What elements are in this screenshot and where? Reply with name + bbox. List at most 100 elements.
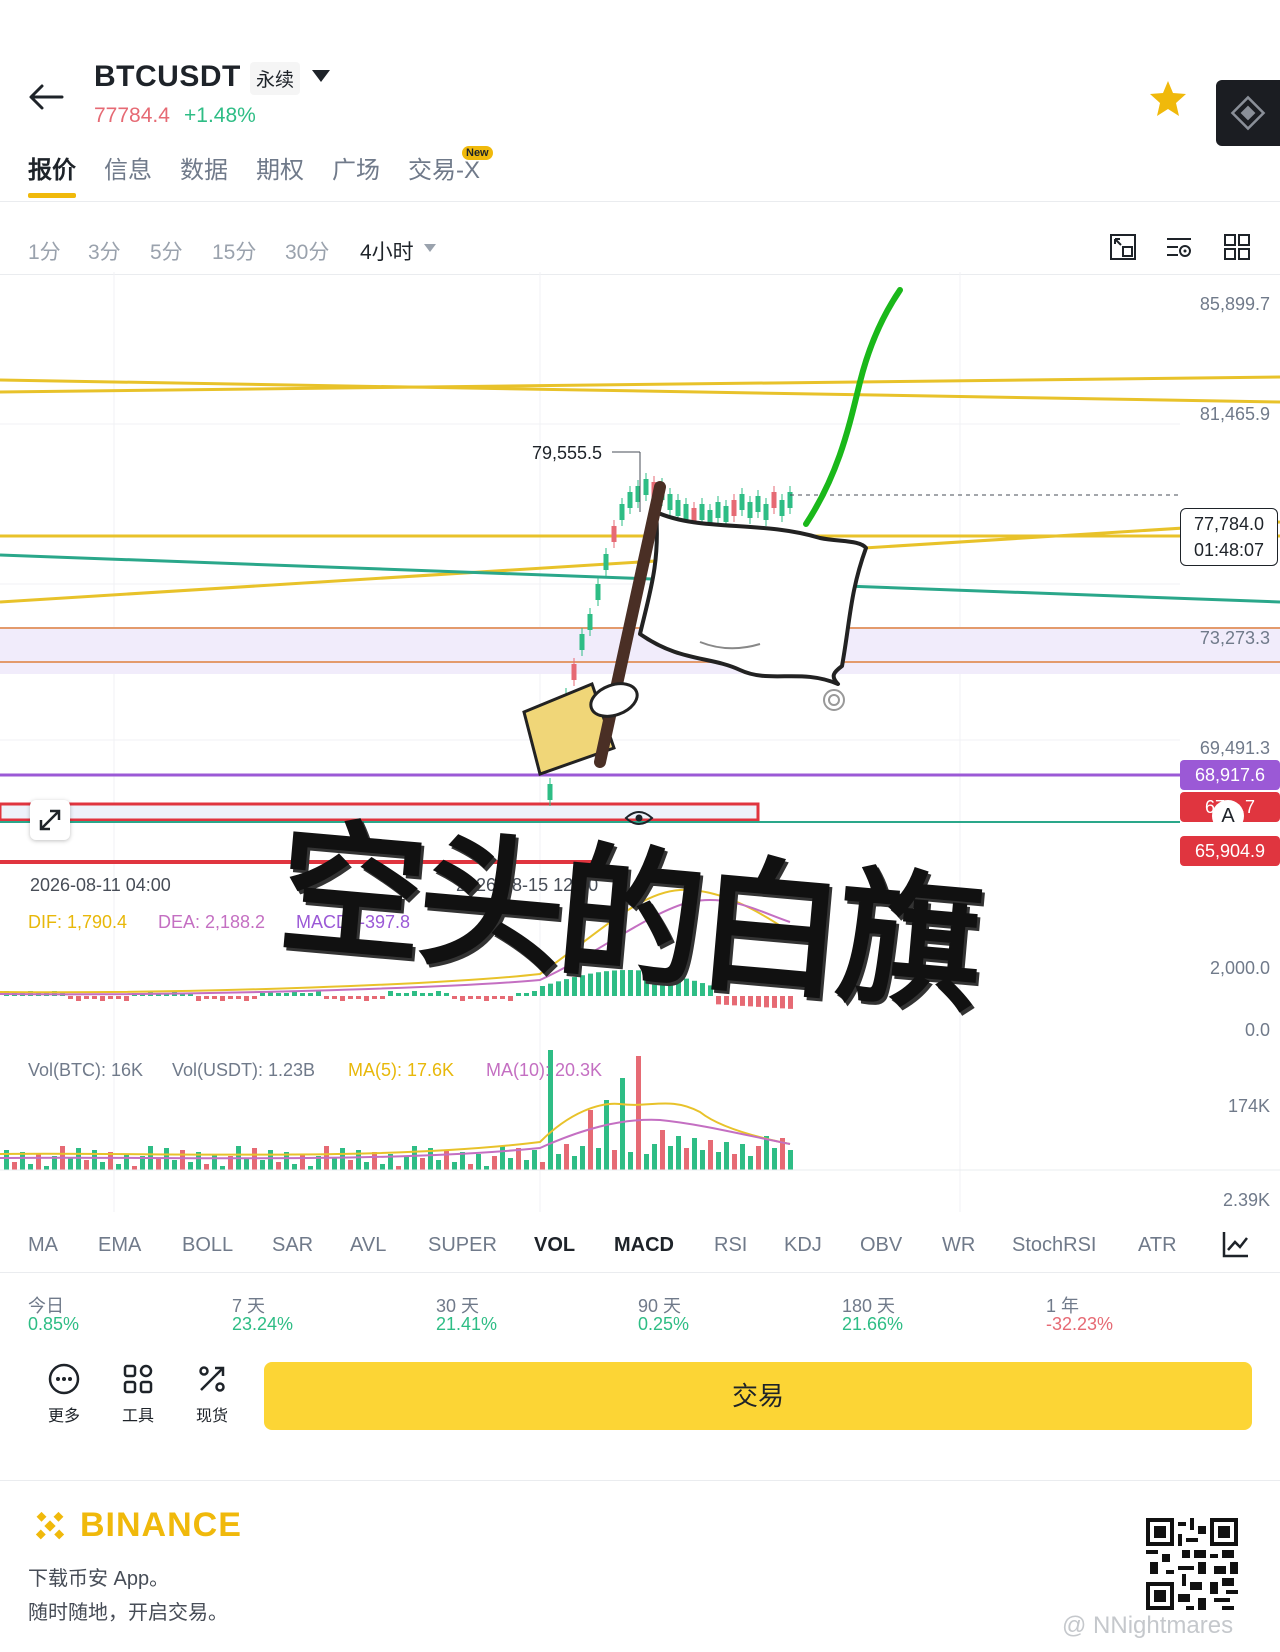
volume-bar (476, 1154, 481, 1170)
macd-axis-label: 0.0 (1244, 1020, 1270, 1040)
macd-histogram-bar (284, 993, 289, 996)
macd-histogram-bar (388, 991, 393, 996)
tools-button[interactable]: 工具 (108, 1362, 168, 1426)
trade-button[interactable]: 交易 (264, 1362, 1252, 1430)
indicator-tab-super[interactable]: SUPER (428, 1234, 497, 1257)
volume-bar (532, 1150, 537, 1170)
indicator-tab-kdj[interactable]: KDJ (784, 1234, 822, 1257)
price-alert-button[interactable]: A (1212, 800, 1244, 832)
volume-bar (596, 1148, 601, 1170)
tab-options[interactable]: 期权 (256, 150, 304, 185)
volume-bar (708, 1140, 713, 1170)
chevron-down-icon[interactable] (312, 70, 330, 82)
indicator-tab-ema[interactable]: EMA (98, 1234, 141, 1257)
macd-histogram-bar (276, 993, 281, 996)
volume-bar (468, 1164, 473, 1170)
tools-grid-icon (123, 1364, 153, 1394)
footer-download-text: 下载币安 App。 (28, 1568, 170, 1590)
volume-bar (484, 1166, 489, 1170)
more-button[interactable]: 更多 (34, 1362, 94, 1426)
expand-chart-button[interactable] (30, 800, 70, 840)
price-change-percent: +1.48% (184, 104, 256, 127)
indicator-tab-boll[interactable]: BOLL (182, 1234, 233, 1257)
indicator-settings-icon[interactable] (1220, 1228, 1252, 1260)
indicator-tab-atr[interactable]: ATR (1138, 1234, 1177, 1257)
tab-quote[interactable]: 报价 (28, 150, 76, 185)
volume-bar (292, 1164, 297, 1170)
volume-bar (348, 1160, 353, 1170)
volume-bar (772, 1148, 777, 1170)
candle-countdown: 01:48:07 (1193, 540, 1265, 560)
macd-histogram-bar (196, 996, 201, 1001)
volume-bar (684, 1148, 689, 1170)
volume-bar (260, 1160, 265, 1170)
high-price-label: 79,555.5 (532, 443, 602, 463)
interval-15m[interactable]: 15分 (212, 236, 256, 266)
purple-price-tag: 68,917.6 (1180, 760, 1280, 790)
more-dots-icon (48, 1363, 80, 1395)
volume-bar (412, 1146, 417, 1170)
tab-data[interactable]: 数据 (180, 150, 228, 185)
indicator-tab-sar[interactable]: SAR (272, 1234, 313, 1257)
volume-bar (100, 1162, 105, 1170)
macd-histogram-bar (372, 996, 377, 999)
tools-label: 工具 (121, 1408, 154, 1425)
macd-histogram-bar (228, 996, 233, 999)
volume-bar (212, 1154, 217, 1170)
volume-bar (748, 1156, 753, 1170)
perf-value: 23.24% (232, 1314, 294, 1334)
vol-btc-label: Vol(BTC): 16K (28, 1060, 144, 1080)
red-price-tag: 65,904.9 (1180, 836, 1280, 866)
macd-histogram-bar (124, 996, 129, 1001)
indicator-tab-rsi[interactable]: RSI (714, 1234, 747, 1257)
indicator-tab-macd[interactable]: MACD (614, 1234, 674, 1257)
volume-bar (396, 1166, 401, 1170)
expand-arrows-icon (39, 809, 61, 831)
volume-bar (28, 1164, 33, 1170)
indicator-tab-ma[interactable]: MA (28, 1234, 58, 1257)
interval-1m[interactable]: 1分 (28, 236, 61, 266)
chevron-down-icon[interactable] (424, 244, 436, 252)
macd-histogram-bar (396, 993, 401, 996)
indicator-tab-avl[interactable]: AVL (350, 1234, 386, 1257)
contract-type-badge: 永续 (250, 62, 301, 95)
current-price-box: 77,784.0 01:48:07 (1180, 508, 1278, 566)
macd-dif-label: DIF: 1,790.4 (28, 912, 128, 932)
layout-grid-icon[interactable] (1222, 232, 1252, 262)
chart-fullscreen-icon[interactable] (1108, 232, 1138, 262)
volume-bar (172, 1160, 177, 1170)
indicator-tab-vol[interactable]: VOL (534, 1234, 575, 1257)
interval-30m[interactable]: 30分 (285, 236, 329, 266)
watermark: @ NNightmares (1062, 1612, 1234, 1639)
volume-bar (516, 1148, 521, 1170)
spot-button[interactable]: 现货 (182, 1362, 242, 1426)
interval-4h[interactable]: 4小时 (360, 236, 414, 266)
price-axis-label: 73,273.3 (1199, 628, 1270, 648)
indicator-tab-stochrsi[interactable]: StochRSI (1012, 1234, 1096, 1257)
tab-square[interactable]: 广场 (332, 150, 380, 185)
indicator-tab-wr[interactable]: WR (942, 1234, 975, 1257)
favorite-star-icon[interactable] (1148, 78, 1188, 118)
macd-axis-label: 2,000.0 (1209, 958, 1270, 978)
volume-bar (444, 1150, 449, 1170)
back-arrow-icon[interactable] (22, 72, 72, 122)
volume-bar (588, 1110, 593, 1170)
indicator-tab-obv[interactable]: OBV (860, 1234, 902, 1257)
interval-3m[interactable]: 3分 (88, 236, 121, 266)
volume-bar (756, 1146, 761, 1170)
macd-histogram-bar (316, 991, 321, 996)
volume-bar (44, 1166, 49, 1170)
volume-bar (668, 1146, 673, 1170)
volume-bar (380, 1164, 385, 1170)
macd-histogram-bar (332, 996, 337, 999)
interval-5m[interactable]: 5分 (150, 236, 183, 266)
volume-bar (116, 1164, 121, 1170)
floating-widget-button[interactable] (1216, 80, 1280, 146)
current-price: 77,784.0 (1193, 514, 1265, 534)
symbol-title[interactable]: BTCUSDT (94, 60, 241, 94)
tab-info[interactable]: 信息 (104, 150, 152, 185)
macd-histogram-bar (252, 996, 257, 999)
macd-histogram-bar (116, 996, 121, 999)
qr-code[interactable] (1146, 1518, 1238, 1610)
chart-settings-icon[interactable] (1164, 232, 1194, 262)
